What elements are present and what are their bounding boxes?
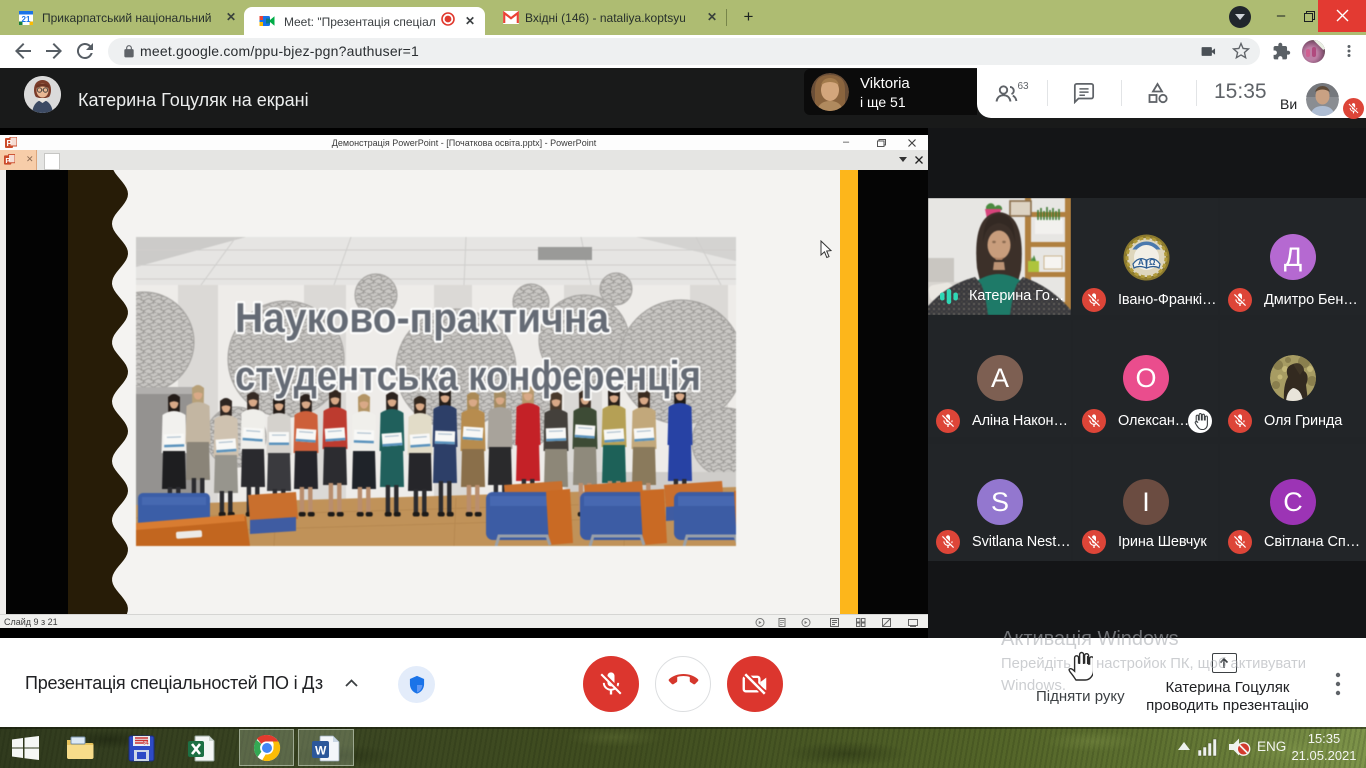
svg-text:64: 64 — [143, 741, 149, 747]
svg-text:Науково-практична: Науково-практична — [235, 294, 610, 341]
svg-text:W: W — [315, 744, 327, 758]
svg-text:21: 21 — [22, 15, 31, 24]
svg-text:P: P — [5, 156, 10, 165]
svg-text:студентська конференція: студентська конференція — [235, 352, 701, 399]
svg-text:Α: Α — [1138, 258, 1144, 267]
svg-text:Ω: Ω — [1149, 258, 1156, 267]
svg-text:63: 63 — [1018, 81, 1030, 92]
